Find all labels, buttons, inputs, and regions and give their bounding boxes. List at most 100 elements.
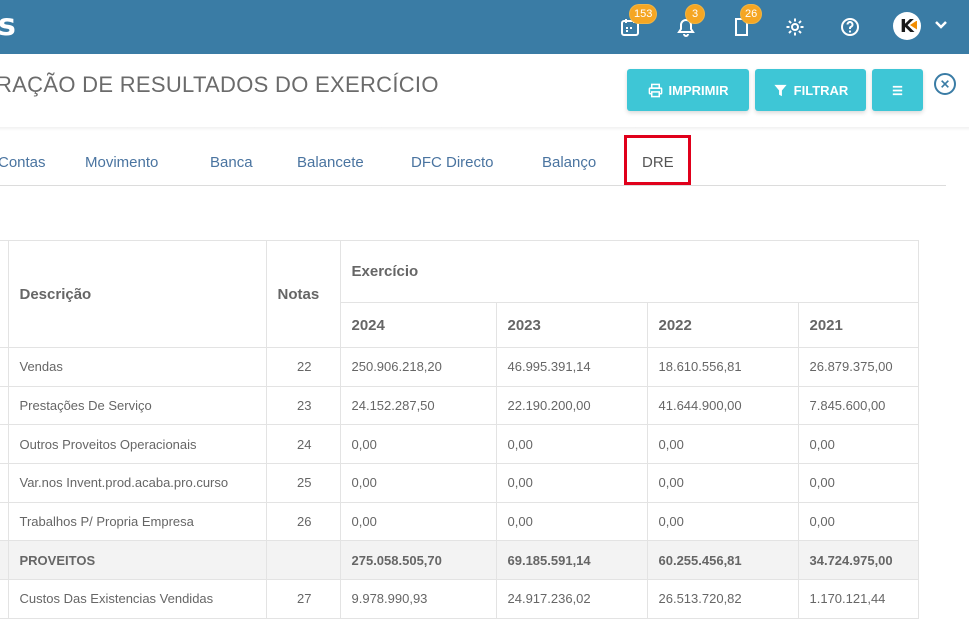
- row-value: 69.185.591,14: [495, 540, 648, 581]
- row-value: 0,00: [339, 463, 497, 503]
- row-value: 34.724.975,00: [797, 540, 919, 581]
- settings-button[interactable]: [780, 12, 810, 42]
- row-edge-cell: [0, 347, 9, 387]
- row-value: 0,00: [646, 501, 799, 542]
- row-nota: 23: [265, 385, 341, 426]
- table-row: Outros Proveitos Operacionais 24 0,00 0,00 0…: [0, 424, 919, 465]
- close-button[interactable]: [934, 73, 956, 95]
- filter-icon: [774, 84, 787, 96]
- report-tabs: Contas Movimento Banca Balancete DFC Dir…: [0, 134, 946, 186]
- tab-banca[interactable]: Banca: [210, 154, 253, 171]
- tab-dfc-directo[interactable]: DFC Directo: [411, 154, 494, 171]
- row-nota: 22: [265, 347, 341, 387]
- row-value: 22.190.200,00: [495, 385, 648, 426]
- table-row: Trabalhos P/ Propria Empresa 26 0,00 0,00 0,…: [0, 501, 919, 542]
- chevron-down-icon[interactable]: [933, 16, 949, 32]
- row-value: 0,00: [646, 424, 799, 465]
- app-brand: s: [0, 8, 16, 43]
- calendar-button[interactable]: 153: [615, 4, 658, 42]
- help-icon: [841, 18, 859, 36]
- active-tab-highlight: [624, 135, 691, 185]
- help-button[interactable]: [835, 12, 865, 42]
- row-edge-cell: [0, 385, 9, 426]
- row-value: 0,00: [495, 501, 648, 542]
- filter-button[interactable]: FILTRAR: [755, 69, 866, 111]
- row-edge-cell: [0, 463, 9, 503]
- table-total-row: PROVEITOS 275.058.505,70 69.185.591,14 60.2…: [0, 540, 919, 581]
- row-value: 0,00: [339, 424, 497, 465]
- tab-contas[interactable]: Contas: [0, 154, 46, 171]
- row-edge-cell: [0, 579, 9, 619]
- row-descricao: Vendas: [7, 347, 267, 387]
- row-value: 0,00: [797, 501, 919, 542]
- header-divider: [0, 127, 969, 131]
- menu-icon: [892, 85, 903, 95]
- notifications-button[interactable]: 3: [671, 4, 705, 42]
- doc-badge: 26: [740, 4, 763, 24]
- table-row: Var.nos Invent.prod.acaba.pro.curso 25 0,0…: [0, 463, 919, 503]
- tab-balanco[interactable]: Balanço: [542, 154, 596, 171]
- row-value: 0,00: [339, 501, 497, 542]
- row-descricao: Custos Das Existencias Vendidas: [7, 579, 267, 619]
- col-group-exercicio: Exercício: [339, 240, 919, 303]
- documents-button[interactable]: 26: [726, 4, 763, 42]
- row-value: 0,00: [797, 424, 919, 465]
- calendar-badge: 153: [629, 4, 658, 24]
- row-value: 1.170.121,44: [797, 579, 919, 619]
- col-header-year: 2024: [339, 302, 497, 348]
- row-value: 0,00: [797, 463, 919, 503]
- row-value: 41.644.900,00: [646, 385, 799, 426]
- col-header-notas: Notas: [265, 240, 341, 348]
- close-icon: [941, 80, 949, 88]
- row-value: 46.995.391,14: [495, 347, 648, 387]
- row-edge-cell: [0, 501, 9, 542]
- print-button[interactable]: IMPRIMIR: [627, 69, 749, 111]
- col-header-year: 2022: [646, 302, 799, 348]
- row-value: 0,00: [495, 424, 648, 465]
- printer-icon: [648, 83, 662, 97]
- row-descricao: Trabalhos P/ Propria Empresa: [7, 501, 267, 542]
- row-edge-cell: [0, 540, 9, 581]
- print-label: IMPRIMIR: [668, 82, 729, 98]
- table-row: Custos Das Existencias Vendidas 27 9.978.9…: [0, 579, 919, 619]
- row-nota: 24: [265, 424, 341, 465]
- row-value: 7.845.600,00: [797, 385, 919, 426]
- top-bar: s 153 3 26 K: [0, 0, 969, 54]
- menu-button[interactable]: [872, 69, 923, 111]
- row-value: 9.978.990,93: [339, 579, 497, 619]
- gear-icon: [786, 18, 804, 36]
- row-value: 18.610.556,81: [646, 347, 799, 387]
- table-row: Vendas 22 250.906.218,20 46.995.391,14 18.61…: [0, 347, 919, 387]
- row-value: 275.058.505,70: [339, 540, 497, 581]
- row-value: 0,00: [495, 463, 648, 503]
- row-value: 0,00: [646, 463, 799, 503]
- filter-label: FILTRAR: [793, 82, 849, 98]
- page-title: RAÇÃO DE RESULTADOS DO EXERCÍCIO: [0, 72, 439, 97]
- bell-badge: 3: [685, 4, 705, 24]
- row-value: 250.906.218,20: [339, 347, 497, 387]
- user-avatar[interactable]: K: [893, 12, 921, 40]
- row-edge-cell: [0, 424, 9, 465]
- row-nota: [265, 540, 341, 581]
- row-descricao: Var.nos Invent.prod.acaba.pro.curso: [7, 463, 267, 503]
- col-header-year: 2021: [797, 302, 919, 348]
- row-nota: 27: [265, 579, 341, 619]
- row-descricao: Outros Proveitos Operacionais: [7, 424, 267, 465]
- table-edge-cell: [0, 240, 9, 348]
- row-value: 24.917.236,02: [495, 579, 648, 619]
- row-value: 26.879.375,00: [797, 347, 919, 387]
- tab-balancete[interactable]: Balancete: [297, 154, 364, 171]
- row-value: 60.255.456,81: [646, 540, 799, 581]
- dre-table: Descrição Notas Exercício 2024 2023 2022…: [0, 240, 919, 619]
- row-nota: 26: [265, 501, 341, 542]
- row-value: 26.513.720,82: [646, 579, 799, 619]
- row-value: 24.152.287,50: [339, 385, 497, 426]
- col-header-descricao: Descrição: [7, 240, 267, 348]
- tab-movimento[interactable]: Movimento: [85, 154, 158, 171]
- row-descricao: Prestações De Serviço: [7, 385, 267, 426]
- col-header-year: 2023: [495, 302, 648, 348]
- table-row: Prestações De Serviço 23 24.152.287,50 22.1…: [0, 385, 919, 426]
- row-descricao: PROVEITOS: [7, 540, 267, 581]
- avatar-logo-icon: K: [900, 15, 914, 37]
- row-nota: 25: [265, 463, 341, 503]
